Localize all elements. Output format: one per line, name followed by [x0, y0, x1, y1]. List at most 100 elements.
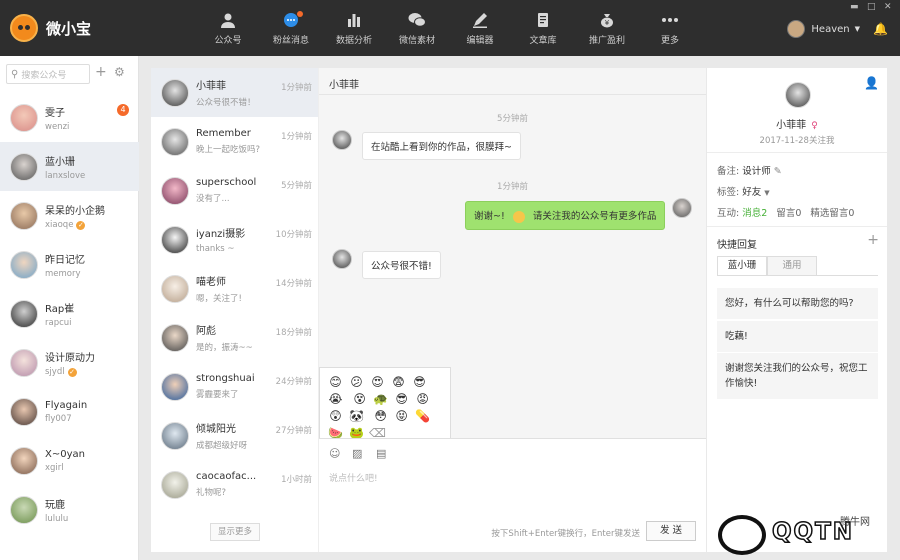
list-item[interactable]: 阿彪 是的，振涛~~ 18分钟前: [151, 313, 318, 362]
emoji-item[interactable]: 😍: [369, 375, 386, 390]
nav-label: 文章库: [529, 36, 557, 46]
account-handle: memory: [45, 268, 81, 279]
nav-item-wechat-material[interactable]: 微信素材: [387, 0, 447, 56]
tab-account[interactable]: 蓝小珊: [717, 256, 767, 276]
quick-reply-item[interactable]: 您好，有什么可以帮助您的吗?: [717, 288, 878, 319]
quick-reply-title: 快捷回复: [717, 240, 757, 251]
divider: [707, 226, 887, 227]
nav-item-article-library[interactable]: 文章库: [513, 0, 573, 56]
message-time: 5分钟前: [281, 181, 312, 191]
emoji-item[interactable]: 😵: [351, 392, 368, 407]
nav-item-fan-messages[interactable]: 粉丝消息: [261, 0, 321, 56]
account-item[interactable]: 呆呆的小企鹅 xiaoqe ✓: [0, 191, 139, 240]
unread-dot: [297, 11, 303, 17]
picture-library-icon[interactable]: ▤: [376, 447, 386, 460]
note-value: 设计师: [742, 166, 771, 177]
incoming-message: 公众号很不错!: [362, 251, 441, 279]
avatar: [787, 20, 806, 38]
emoji-item[interactable]: 🐼: [348, 409, 365, 424]
emoji-item[interactable]: 😨: [390, 375, 407, 390]
emoji-item[interactable]: 😎: [393, 392, 410, 407]
emoji-item[interactable]: 😳: [372, 409, 389, 424]
list-item[interactable]: 喵老师 嗯，关注了! 14分钟前: [151, 264, 318, 313]
add-account-button[interactable]: +: [95, 64, 107, 80]
avatar: [10, 250, 38, 279]
account-name: 呆呆的小企鹅: [45, 205, 105, 217]
account-item[interactable]: X~0yan xgirl: [0, 436, 139, 485]
message-preview: 礼物呢?: [196, 488, 227, 498]
tag-value[interactable]: 好友: [742, 187, 761, 198]
interaction-featured[interactable]: 精选留言0: [810, 208, 854, 219]
list-item[interactable]: Remember 晚上一起吃饭吗? 1分钟前: [151, 117, 318, 166]
emoji-icon[interactable]: ☺: [329, 447, 340, 460]
emoji-item[interactable]: 😲: [327, 409, 344, 424]
list-item[interactable]: superschool 没有了... 5分钟前: [151, 166, 318, 215]
send-button[interactable]: 发 送: [646, 521, 696, 541]
close-button[interactable]: ✕: [884, 2, 892, 12]
image-icon[interactable]: ▨: [352, 447, 362, 460]
smile-emoji-icon: [512, 210, 525, 223]
account-item[interactable]: Rap崔 rapcui: [0, 289, 139, 338]
search-input[interactable]: ⚲ 搜索公众号: [6, 64, 90, 84]
account-handle: lanxslove: [45, 170, 86, 181]
search-icon: ⚲: [11, 68, 19, 80]
account-handle: xgirl: [45, 462, 64, 473]
account-item[interactable]: 雯子 wenzi 4: [0, 93, 139, 142]
bell-icon[interactable]: 🔔: [873, 22, 888, 36]
emoji-item[interactable]: 😎: [411, 375, 428, 390]
nav-item-editor[interactable]: 编辑器: [450, 0, 510, 56]
account-item[interactable]: 昨日记忆 memory: [0, 240, 139, 289]
avatar: [10, 446, 38, 475]
nav-label: 公众号: [214, 36, 242, 46]
chat-timestamp: 1分钟前: [497, 182, 528, 192]
quick-reply-item[interactable]: 谢谢您关注我们的公众号，祝您工作愉快!: [717, 353, 878, 399]
user-menu[interactable]: Heaven ▼: [787, 20, 860, 38]
account-handle: fly007: [45, 413, 72, 424]
account-item[interactable]: 设计原动力 sjydl ✓: [0, 338, 139, 387]
nav-item-gongzhonghao[interactable]: 公众号: [198, 0, 258, 56]
list-item[interactable]: 小菲菲 公众号很不错！ 1分钟前: [151, 68, 318, 117]
message-time: 27分钟前: [275, 426, 312, 436]
top-bar: 微小宝 公众号 粉丝消息 数据分析 微信素材 编辑器 文章库 ¥ 推广盈利 更多…: [0, 0, 900, 56]
avatar: [161, 274, 189, 303]
message-preview: 是的，振涛~~: [196, 343, 253, 353]
add-quick-reply-button[interactable]: +: [867, 232, 879, 248]
account-list-panel: ⚲ 搜索公众号 + ⚙ 雯子 wenzi 4 蓝小珊 lanxslove 呆呆的小企…: [0, 56, 139, 560]
edit-icon[interactable]: ✎: [774, 166, 782, 177]
nav-label: 更多: [660, 36, 679, 46]
minimize-button[interactable]: ▬: [850, 2, 859, 12]
nav-item-promotion[interactable]: ¥ 推广盈利: [577, 0, 637, 56]
list-item[interactable]: caocaofac... 礼物呢? 1小时前: [151, 460, 318, 509]
interaction-comments[interactable]: 留言0: [776, 208, 801, 219]
add-user-icon[interactable]: 👤: [864, 76, 879, 90]
nav-item-more[interactable]: 更多: [640, 0, 700, 56]
show-more-button[interactable]: 显示更多: [210, 523, 260, 541]
gear-icon[interactable]: ⚙: [114, 65, 125, 79]
nav-label: 数据分析: [335, 36, 372, 46]
emoji-item[interactable]: 😡: [414, 392, 431, 407]
tab-general[interactable]: 通用: [767, 256, 817, 276]
account-name: 雯子: [45, 107, 65, 119]
message-input-area[interactable]: ☺ ▨ ▤ 说点什么吧! 按下Shift+Enter键换行，Enter键发送 发…: [319, 439, 706, 552]
interaction-messages[interactable]: 消息2: [742, 208, 767, 219]
emoji-item[interactable]: 😊: [327, 375, 344, 390]
quick-reply-item[interactable]: 吃藕!: [717, 321, 878, 352]
nav-item-data-analysis[interactable]: 数据分析: [324, 0, 384, 56]
emoji-item[interactable]: 🐢: [372, 392, 389, 407]
maximize-button[interactable]: □: [867, 2, 876, 12]
list-item[interactable]: 倾城阳光 成都超级好呀 27分钟前: [151, 411, 318, 460]
list-item[interactable]: iyanzi摄影 thanks ~ 10分钟前: [151, 215, 318, 264]
avatar: [161, 323, 189, 352]
bar-chart-icon: [344, 12, 364, 30]
emoji-item[interactable]: 💊: [414, 409, 431, 424]
emoji-item[interactable]: 😕: [348, 375, 365, 390]
account-name: 玩鹿: [45, 499, 65, 511]
emoji-item[interactable]: 😝: [393, 409, 410, 424]
emoji-item[interactable]: 😭: [327, 392, 344, 407]
chevron-down-icon[interactable]: ▼: [764, 189, 769, 197]
message-preview: 没有了...: [196, 194, 230, 204]
account-item[interactable]: 玩鹿 lululu: [0, 485, 139, 534]
account-item[interactable]: Flyagain fly007: [0, 387, 139, 436]
account-item[interactable]: 蓝小珊 lanxslove: [0, 142, 139, 191]
list-item[interactable]: strongshuai 雾霾要来了 24分钟前: [151, 362, 318, 411]
